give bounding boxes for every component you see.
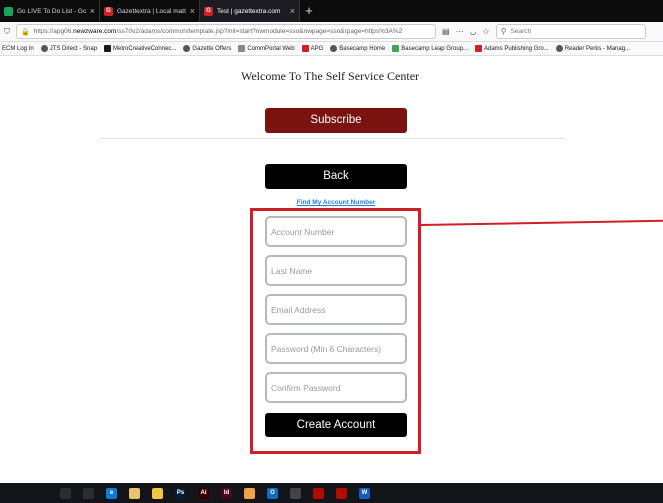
pocket-icon[interactable]: ◡ [470,27,477,36]
search-icon: ⚲ [500,27,507,36]
edge-icon[interactable]: e [106,487,117,499]
search-icon[interactable] [60,487,71,499]
url-bar[interactable]: 🔒 https://apg06.newzware.com/ss70v2/adam… [16,24,436,39]
globe-icon [40,45,48,52]
tab-label: Test | gazettextra.com [217,7,281,15]
bookmark-item[interactable]: Basecamp Leap Group... [392,45,468,52]
globe-icon [183,45,191,52]
adams-icon [475,45,482,52]
tab-todo-list[interactable]: Go LIVE To Do List - Google Sh × [0,0,100,22]
app-icon[interactable] [244,487,255,499]
bookmark-item[interactable]: MetroCreativeConnec... [104,45,176,52]
globe-icon [555,45,563,52]
search-placeholder: Search [510,28,532,35]
acrobat-icon[interactable] [313,487,324,499]
reader-view-icon[interactable]: ▤ [442,27,450,36]
divider [100,138,565,139]
photoshop-icon[interactable]: Ps [175,487,186,499]
bookmark-item[interactable]: CommPortal Web [238,45,295,52]
find-account-number-link[interactable]: Find My Account Number [265,199,407,206]
bookmark-item[interactable]: ECM Log In [2,46,34,52]
basecamp-icon [392,45,400,52]
bookmark-item[interactable]: Reader Perks - Manag... [555,45,630,52]
subscribe-button[interactable]: Subscribe [265,108,407,133]
navigation-bar: ⛉ 🔒 https://apg06.newzware.com/ss70v2/ad… [0,22,663,42]
bookmark-item[interactable]: Gazette Offers [183,45,231,52]
tab-label: Go LIVE To Do List - Google Sh [17,7,86,15]
annotation-pointer-line [420,219,663,226]
browser-tab-bar: Go LIVE To Do List - Google Sh × G Gazet… [0,0,663,22]
annotation-highlight-box [250,208,421,454]
tab-gazettextra[interactable]: G Gazettextra | Local matters × [100,0,200,22]
search-input[interactable]: ⚲ Search [495,24,646,39]
close-icon[interactable]: × [90,6,95,16]
page-content: Welcome To The Self Service Center Subsc… [0,56,663,483]
bookmark-item[interactable]: APG [301,45,323,52]
close-icon[interactable]: × [190,6,195,16]
file-explorer-icon[interactable] [152,487,163,499]
chrome-icon[interactable] [290,487,301,499]
word-icon[interactable]: W [359,487,370,499]
gazette-favicon-icon: G [104,6,113,16]
tab-label: Gazettextra | Local matters [117,7,186,15]
sheets-favicon-icon [4,6,13,16]
indesign-icon[interactable]: Id [221,487,232,499]
taskbar: e Ps Ai Id O W [0,483,663,503]
apg-icon [301,45,309,52]
illustrator-icon[interactable]: Ai [198,487,209,499]
new-tab-button[interactable]: + [300,0,318,22]
bookmark-star-icon[interactable]: ☆ [483,27,490,36]
task-view-icon[interactable] [83,487,94,499]
close-icon[interactable]: × [290,6,295,16]
bookmark-item[interactable]: Basecamp Home [330,45,385,52]
metro-icon [104,45,112,52]
bookmarks-bar: ECM Log In JTS Direct - Snap MetroCreati… [0,42,663,56]
lock-icon: 🔒 [21,28,30,36]
url-text: https://apg06.newzware.com/ss70v2/adams/… [33,28,403,35]
tab-test[interactable]: G Test | gazettextra.com × [200,0,300,22]
commportal-icon [238,45,246,52]
acrobat-pro-icon[interactable] [336,487,347,499]
gazette-favicon-icon: G [204,6,213,16]
bookmark-item[interactable]: JTS Direct - Snap [40,45,97,52]
basecamp-icon [330,45,338,52]
bookmark-item[interactable]: Adams Publishing Gro... [475,45,549,52]
shield-icon[interactable]: ⛉ [4,27,10,37]
outlook-icon[interactable]: O [267,487,278,499]
store-icon[interactable] [129,487,140,499]
back-button[interactable]: Back [265,164,407,189]
page-actions-icon[interactable]: ··· [456,27,464,36]
page-title: Welcome To The Self Service Center [240,69,420,83]
